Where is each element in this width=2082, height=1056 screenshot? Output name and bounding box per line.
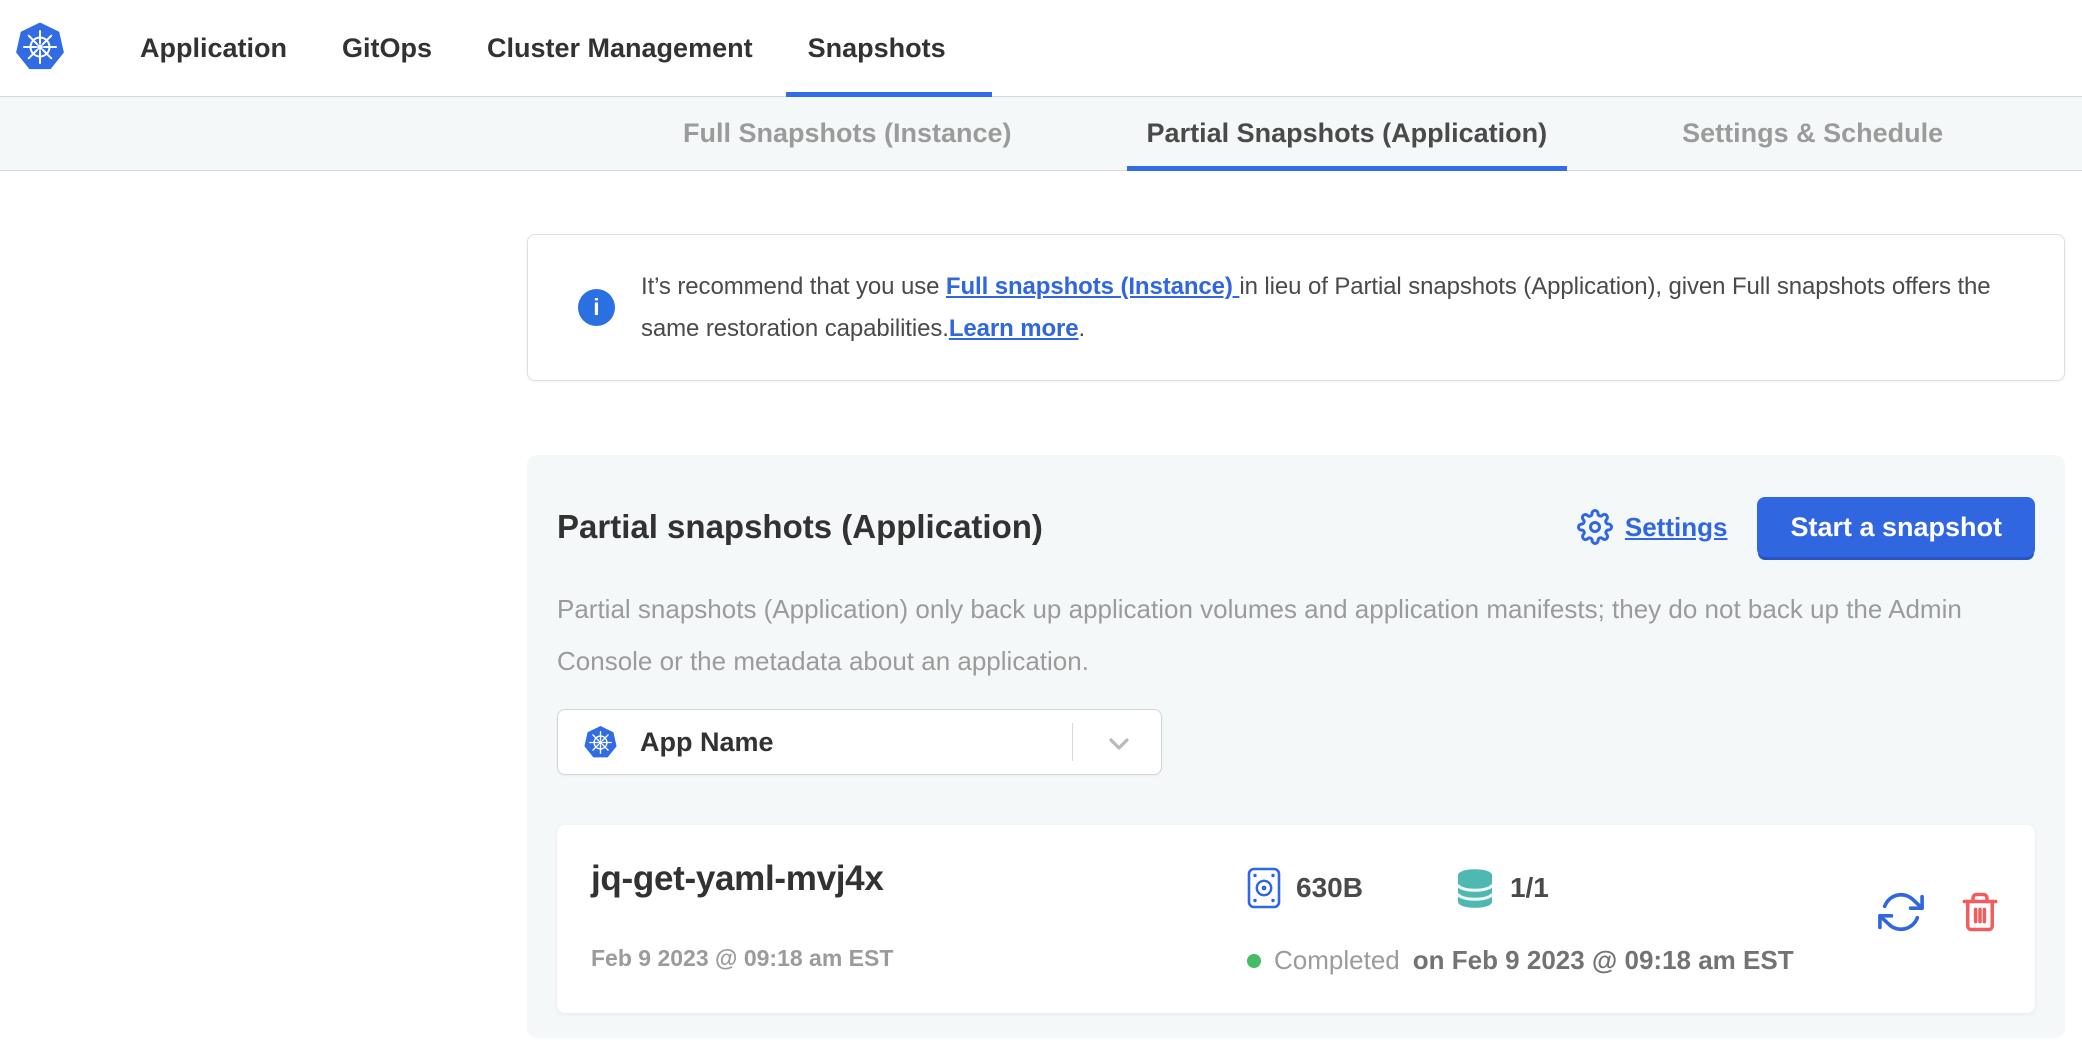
kubernetes-logo-icon — [14, 21, 66, 73]
status-dot — [1247, 954, 1261, 968]
settings-link-label[interactable]: Settings — [1625, 512, 1728, 543]
info-banner-text: It’s recommend that you use Full snapsho… — [641, 266, 2012, 350]
snapshot-status-detail: on Feb 9 2023 @ 09:18 am EST — [1413, 945, 1794, 976]
snapshot-name: jq-get-yaml-mvj4x — [591, 859, 1247, 899]
snapshot-info: jq-get-yaml-mvj4x Feb 9 2023 @ 09:18 am … — [591, 825, 1247, 1013]
snapshots-tabbar: Full Snapshots (Instance) Partial Snapsh… — [0, 97, 2082, 171]
settings-link[interactable]: Settings — [1577, 509, 1728, 545]
snapshot-status-row: Completed on Feb 9 2023 @ 09:18 am EST — [1247, 945, 1794, 976]
snapshot-row: jq-get-yaml-mvj4x Feb 9 2023 @ 09:18 am … — [557, 825, 2035, 1013]
snapshot-status: Completed — [1274, 945, 1400, 976]
snapshots-page: Application GitOps Cluster Management Sn… — [0, 0, 2082, 1056]
tab-partial-snapshots-application[interactable]: Partial Snapshots (Application) — [1127, 97, 1568, 170]
tab-full-snapshots-instance[interactable]: Full Snapshots (Instance) — [663, 97, 1032, 170]
nav-item-application[interactable]: Application — [140, 0, 287, 96]
primary-nav: Application GitOps Cluster Management Sn… — [140, 0, 946, 96]
snapshot-metrics: 630B 1/1 — [1247, 825, 1794, 1013]
restore-icon[interactable] — [1877, 923, 1925, 938]
snapshot-size-metric: 630B — [1247, 867, 1363, 909]
banner-text-after: . — [1079, 315, 1086, 342]
nav-item-gitops[interactable]: GitOps — [342, 0, 432, 96]
snapshots-tabs: Full Snapshots (Instance) Partial Snapsh… — [663, 97, 1963, 170]
trash-icon[interactable] — [1959, 923, 2001, 938]
start-snapshot-button[interactable]: Start a snapshot — [1757, 497, 2035, 557]
kubernetes-app-icon — [583, 725, 618, 760]
gear-icon[interactable] — [1577, 509, 1613, 545]
partial-snapshots-panel: Partial snapshots (Application) Settings… — [527, 455, 2065, 1038]
nav-item-cluster-management[interactable]: Cluster Management — [487, 0, 753, 96]
snapshot-created-timestamp: Feb 9 2023 @ 09:18 am EST — [591, 945, 1247, 972]
volumes-icon — [1455, 868, 1495, 909]
top-navigation: Application GitOps Cluster Management Sn… — [0, 0, 2082, 97]
app-name-select[interactable]: App Name — [557, 709, 1162, 775]
chevron-down-icon[interactable] — [1103, 728, 1135, 760]
snapshot-actions — [1877, 825, 2001, 1013]
disk-size-icon — [1247, 867, 1281, 909]
delete-snapshot-button[interactable] — [1959, 889, 2001, 935]
app-select-value: App Name — [640, 727, 774, 758]
snapshot-metrics-row: 630B 1/1 — [1247, 867, 1794, 909]
restore-snapshot-button[interactable] — [1877, 889, 1925, 935]
panel-description: Partial snapshots (Application) only bac… — [557, 583, 2049, 687]
snapshot-size: 630B — [1296, 872, 1363, 904]
info-icon: i — [578, 289, 615, 326]
nav-item-snapshots[interactable]: Snapshots — [808, 0, 946, 96]
tab-settings-schedule[interactable]: Settings & Schedule — [1662, 97, 1963, 170]
panel-header: Partial snapshots (Application) Settings… — [557, 497, 2035, 557]
select-divider — [1072, 723, 1073, 761]
learn-more-link[interactable]: Learn more — [949, 315, 1079, 342]
info-banner: i It’s recommend that you use Full snaps… — [527, 234, 2065, 381]
panel-header-actions: Settings Start a snapshot — [1577, 497, 2035, 557]
snapshot-volumes: 1/1 — [1510, 872, 1549, 904]
panel-title: Partial snapshots (Application) — [557, 508, 1043, 546]
banner-text-before: It’s recommend that you use — [641, 273, 946, 300]
full-snapshots-instance-link[interactable]: Full snapshots (Instance) — [946, 273, 1239, 300]
snapshot-volumes-metric: 1/1 — [1455, 868, 1549, 909]
